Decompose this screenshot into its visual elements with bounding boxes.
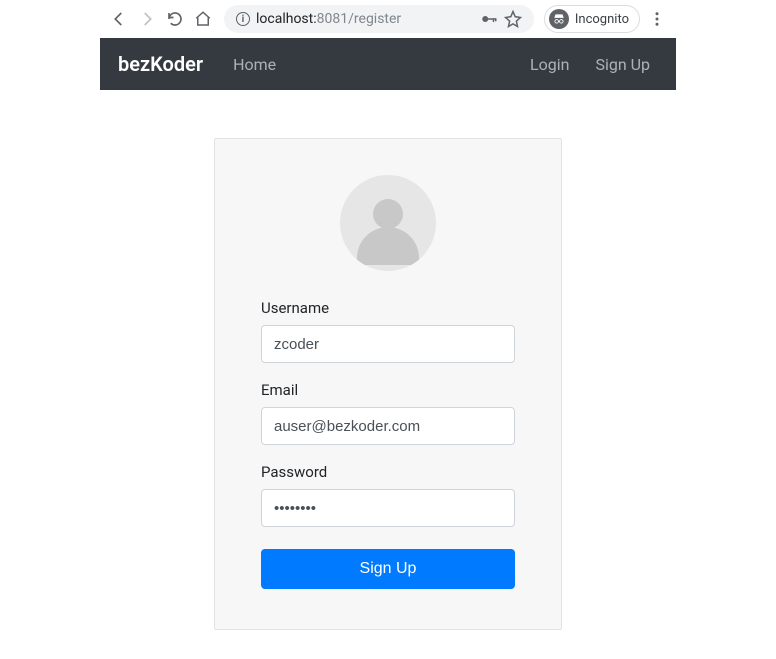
page-body: Username Email Password Sign Up [0,90,776,630]
password-input[interactable] [261,489,515,527]
incognito-label: Incognito [575,12,629,27]
home-icon[interactable] [192,8,214,30]
key-icon[interactable] [480,10,498,28]
nav-signup[interactable]: Sign Up [587,49,658,80]
app-navbar: bezKoder Home Login Sign Up [100,38,676,90]
email-label: Email [261,381,515,399]
username-label: Username [261,299,515,317]
signup-button[interactable]: Sign Up [261,549,515,589]
browser-toolbar: i localhost:8081/register Incognito [100,0,676,38]
nav-home[interactable]: Home [225,49,284,80]
address-bar[interactable]: i localhost:8081/register [224,5,534,33]
nav-login[interactable]: Login [522,49,577,80]
brand-logo[interactable]: bezKoder [118,52,203,76]
menu-icon[interactable] [646,8,668,30]
back-icon[interactable] [108,8,130,30]
avatar-wrap [261,175,515,271]
password-label: Password [261,463,515,481]
forward-icon [136,8,158,30]
site-info-icon[interactable]: i [236,12,250,26]
reload-icon[interactable] [164,8,186,30]
email-input[interactable] [261,407,515,445]
url-text: localhost:8081/register [256,11,474,27]
username-input[interactable] [261,325,515,363]
avatar-placeholder-icon [340,175,436,271]
star-icon[interactable] [504,10,522,28]
incognito-icon [549,9,569,29]
incognito-indicator[interactable]: Incognito [544,5,640,33]
signup-card: Username Email Password Sign Up [214,138,562,630]
